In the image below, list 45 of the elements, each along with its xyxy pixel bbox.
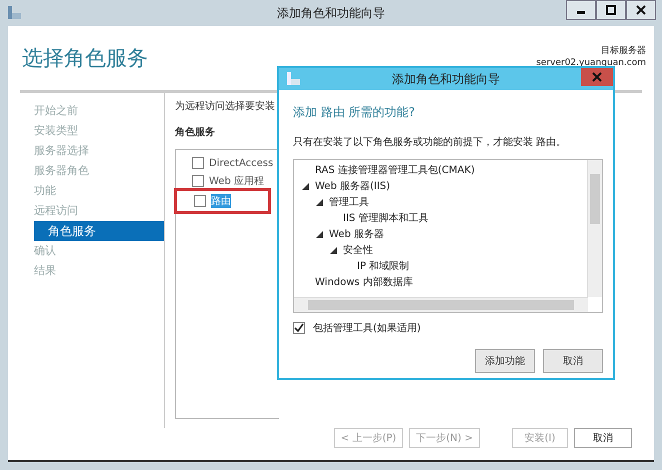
role-service-label: Web 应用程 [209, 174, 264, 188]
tree-item[interactable]: 安全性 [343, 243, 373, 257]
window-title: 添加角色和功能向导 [276, 4, 386, 22]
nav-item[interactable]: 角色服务 [34, 221, 164, 241]
maximize-icon [606, 5, 616, 15]
tree-item[interactable]: RAS 连接管理器管理工具包(CMAK) [315, 163, 475, 177]
close-icon [592, 72, 602, 82]
role-service-label: 路由 [211, 194, 231, 208]
wizard-button[interactable]: 取消 [574, 428, 632, 448]
checkbox[interactable] [192, 175, 204, 187]
tree-item[interactable]: IIS 管理脚本和工具 [343, 211, 428, 225]
intro-text: 为远程访问选择要安装 [175, 100, 276, 113]
tree-item[interactable]: 管理工具 [329, 195, 369, 209]
expanded-arrow-icon[interactable] [316, 198, 323, 206]
expanded-arrow-icon[interactable] [316, 230, 323, 238]
dialog-message: 只有在安装了以下角色服务或功能的前提下，才能安装 路由。 [293, 136, 568, 149]
vertical-scrollbar[interactable] [587, 160, 602, 297]
expanded-arrow-icon[interactable] [302, 182, 309, 190]
list-title: 角色服务 [175, 126, 216, 139]
dialog-button[interactable]: 添加功能 [475, 349, 535, 373]
horizontal-scrollbar[interactable] [294, 297, 588, 312]
close-button[interactable] [626, 0, 656, 20]
checkbox[interactable] [194, 195, 206, 207]
dialog-title: 添加角色和功能向导 [391, 70, 501, 88]
page-heading: 选择角色服务 [22, 45, 148, 72]
minimize-button[interactable] [566, 0, 596, 20]
server-manager-icon [285, 71, 301, 87]
expanded-arrow-icon[interactable] [330, 246, 337, 254]
tree-item[interactable]: Windows 内部数据库 [315, 275, 413, 289]
tree-item[interactable]: Web 服务器(IIS) [315, 179, 390, 193]
dialog-button[interactable]: 取消 [543, 349, 603, 373]
checkbox-label: 包括管理工具(如果适用) [313, 322, 421, 335]
tree-item[interactable]: IP 和域限制 [357, 259, 410, 273]
target-server-name: server02.yuanquan.com [536, 58, 646, 68]
checkbox[interactable] [192, 157, 204, 169]
checkbox[interactable] [293, 322, 305, 334]
dialog-heading: 添加 路由 所需的功能? [293, 104, 416, 121]
tree-item[interactable]: Web 服务器 [329, 227, 384, 241]
target-server-label: 目标服务器 [601, 44, 646, 57]
list-item[interactable]: Web 应用程 [176, 172, 279, 190]
role-service-label: DirectAccess [209, 158, 274, 168]
list-item[interactable]: DirectAccess [176, 154, 279, 172]
maximize-button[interactable] [596, 0, 626, 20]
close-icon [636, 5, 646, 15]
server-manager-icon [6, 5, 22, 21]
